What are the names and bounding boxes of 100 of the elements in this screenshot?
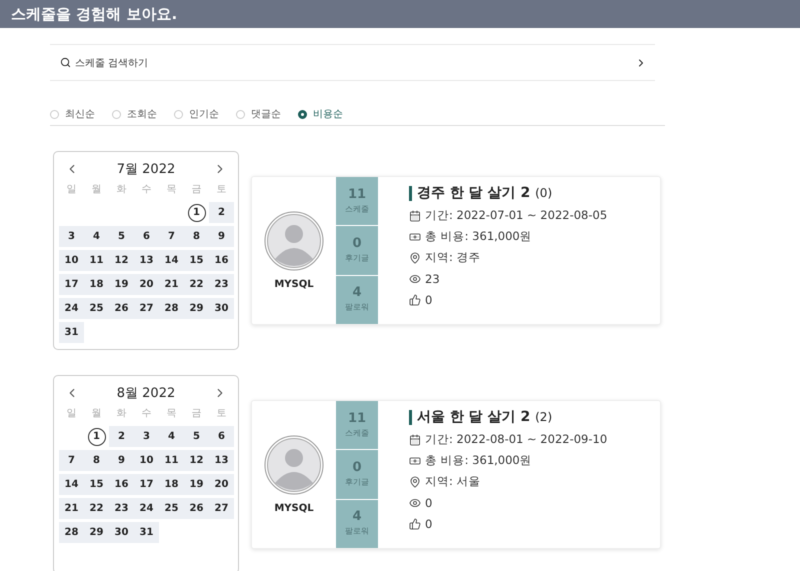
calendar-day[interactable]: 21: [59, 498, 84, 519]
calendar-day[interactable]: 16: [109, 474, 134, 495]
like-count: 0: [425, 292, 432, 306]
calendar-day[interactable]: 22: [84, 498, 109, 519]
day-number: 27: [140, 303, 154, 314]
calendar-day[interactable]: 13: [209, 450, 234, 471]
calendar-day[interactable]: 11: [84, 250, 109, 271]
like-count: 0: [425, 516, 432, 530]
calendar-day[interactable]: 24: [134, 498, 159, 519]
calendar-day[interactable]: 30: [209, 298, 234, 319]
calendar-day[interactable]: 7: [59, 450, 84, 471]
calendar-day[interactable]: 2: [109, 426, 134, 447]
calendar-day[interactable]: 7: [159, 226, 184, 247]
search-field[interactable]: 스케줄 검색하기: [50, 44, 655, 81]
calendar-day[interactable]: 19: [109, 274, 134, 295]
calendar-day[interactable]: 14: [59, 474, 84, 495]
calendar-day[interactable]: 31: [59, 322, 84, 343]
day-number: 6: [218, 431, 225, 442]
calendar-day[interactable]: 19: [184, 474, 209, 495]
calendar-day[interactable]: 4: [84, 226, 109, 247]
day-number: 16: [214, 255, 228, 266]
thumbs-up-icon: [409, 518, 421, 530]
calendar-day[interactable]: 24: [59, 298, 84, 319]
weekday-label: 일: [66, 407, 78, 421]
calendar-day[interactable]: 26: [109, 298, 134, 319]
day-number: 28: [64, 527, 78, 538]
day-number: 2: [118, 431, 125, 442]
calendar-day[interactable]: 1: [184, 202, 209, 223]
calendar-day[interactable]: 8: [184, 226, 209, 247]
calendar-day[interactable]: 16: [209, 250, 234, 271]
radio-button[interactable]: [298, 110, 307, 118]
calendar-day[interactable]: 17: [59, 274, 84, 295]
sort-option[interactable]: 조회순: [112, 107, 157, 121]
day-number: 7: [68, 455, 75, 466]
calendar-day[interactable]: 30: [109, 522, 134, 543]
calendar-day[interactable]: 12: [184, 450, 209, 471]
calendar-day[interactable]: 6: [134, 226, 159, 247]
calendar-day[interactable]: 27: [134, 298, 159, 319]
calendar-day[interactable]: 14: [159, 250, 184, 271]
stat-label: 스케줄: [345, 428, 369, 438]
calendar-day[interactable]: 2: [209, 202, 234, 223]
calendar-day[interactable]: 15: [184, 250, 209, 271]
day-number: 19: [190, 479, 204, 490]
day-number: 18: [164, 479, 178, 490]
calendar-day[interactable]: 20: [209, 474, 234, 495]
calendar-day[interactable]: 3: [59, 226, 84, 247]
calendar-day[interactable]: 5: [109, 226, 134, 247]
calendar-day[interactable]: 27: [209, 498, 234, 519]
day-number: 14: [164, 255, 178, 266]
avatar-icon: [264, 211, 324, 271]
calendar-day[interactable]: 29: [84, 522, 109, 543]
sort-option[interactable]: 인기순: [174, 107, 219, 121]
day-number: 10: [64, 255, 78, 266]
calendar-day[interactable]: 31: [134, 522, 159, 543]
day-number: 11: [90, 255, 104, 266]
day-number: 24: [64, 303, 78, 314]
day-number: 28: [164, 303, 178, 314]
calendar-day[interactable]: 11: [159, 450, 184, 471]
calendar-day[interactable]: 8: [84, 450, 109, 471]
calendar-day[interactable]: 13: [134, 250, 159, 271]
schedule-card[interactable]: MYSQL 11 스케줄 0 후기글 4 팔로워 경주 한 달 살기 2 (0) 기간: 2022-07-01 ~ 2022-08-05 총 비용: 361,000원 지역: 경주 23 0: [251, 176, 661, 325]
calendar-day[interactable]: 23: [109, 498, 134, 519]
day-number: 20: [214, 479, 228, 490]
day-number: 30: [114, 527, 128, 538]
calendar-day[interactable]: 9: [209, 226, 234, 247]
calendar-day[interactable]: 10: [134, 450, 159, 471]
calendar-day[interactable]: 6: [209, 426, 234, 447]
map-pin-icon: [409, 476, 421, 488]
calendar-day[interactable]: 29: [184, 298, 209, 319]
calendar-day[interactable]: 26: [184, 498, 209, 519]
calendar-day[interactable]: 18: [159, 474, 184, 495]
calendar-day[interactable]: 12: [109, 250, 134, 271]
weekday-label: 목: [166, 407, 178, 421]
region-text: 지역: 서울: [425, 474, 481, 489]
day-number: 23: [214, 279, 228, 290]
calendar-day[interactable]: 25: [159, 498, 184, 519]
calendar-day[interactable]: 3: [134, 426, 159, 447]
sort-option[interactable]: 최신순: [50, 107, 95, 121]
calendar-day[interactable]: 15: [84, 474, 109, 495]
calendar-day[interactable]: 28: [159, 298, 184, 319]
calendar-day[interactable]: 5: [184, 426, 209, 447]
weekday-label: 일: [66, 183, 78, 197]
calendar-day[interactable]: 17: [134, 474, 159, 495]
sort-option[interactable]: 댓글순: [236, 107, 281, 121]
calendar-day[interactable]: 22: [184, 274, 209, 295]
calendar-day[interactable]: 4: [159, 426, 184, 447]
calendar-day[interactable]: 10: [59, 250, 84, 271]
day-number: 15: [90, 479, 104, 490]
calendar-day[interactable]: 28: [59, 522, 84, 543]
sort-option[interactable]: 비용순: [298, 107, 343, 121]
calendar-day[interactable]: 9: [109, 450, 134, 471]
calendar-day[interactable]: 18: [84, 274, 109, 295]
calendar-day[interactable]: 23: [209, 274, 234, 295]
calendar-day[interactable]: 25: [84, 298, 109, 319]
schedule-card[interactable]: MYSQL 11 스케줄 0 후기글 4 팔로워 서울 한 달 살기 2 (2) 기간: 2022-08-01 ~ 2022-09-10 총 비용: 361,000원 지역: 서울 0 0: [251, 400, 661, 549]
day-number: 12: [190, 455, 204, 466]
calendar-day[interactable]: 1: [84, 426, 109, 447]
calendar-day[interactable]: 20: [134, 274, 159, 295]
calendar-day[interactable]: 21: [159, 274, 184, 295]
day-number: 24: [140, 503, 154, 514]
